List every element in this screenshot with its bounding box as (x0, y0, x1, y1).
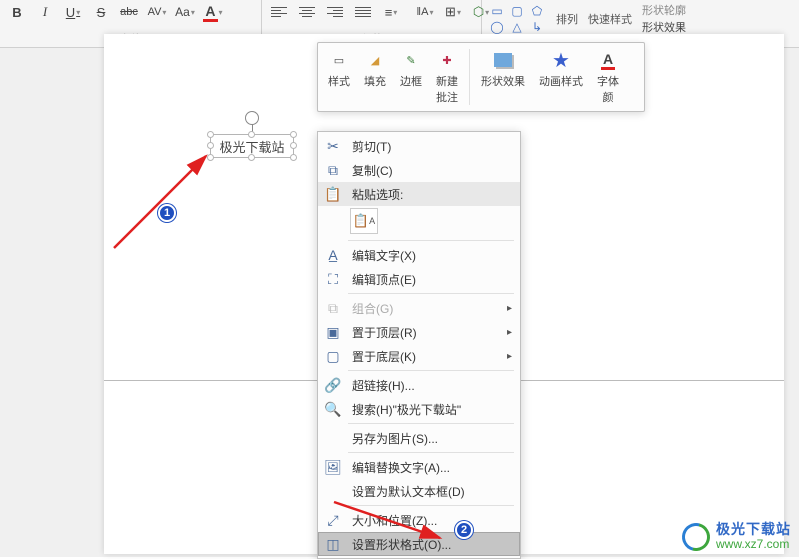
selected-textbox[interactable]: 极光下载站 (210, 134, 294, 158)
shape-effect-icon (492, 49, 514, 71)
cut-icon: ✂ (322, 136, 344, 156)
rotate-handle[interactable] (245, 111, 259, 125)
strike-button[interactable]: S (90, 2, 112, 22)
annotation-marker-2: 2 (455, 521, 473, 539)
outline-icon: ✎ (400, 49, 422, 71)
mini-anim-style-button[interactable]: ★ 动画样式 (533, 47, 589, 107)
char-spacing-button[interactable]: AV▾ (146, 2, 168, 22)
quick-style-button[interactable]: 快速样式 (588, 11, 632, 27)
align-center-button[interactable] (296, 2, 318, 22)
align-left-button[interactable] (268, 2, 290, 22)
shape-outline-button[interactable]: 形状轮廓 (642, 2, 686, 18)
handle-sw[interactable] (207, 154, 214, 161)
comment-icon: ✚ (436, 49, 458, 71)
shape-effect-button[interactable]: 形状效果 (642, 19, 686, 35)
change-case-button[interactable]: Aa▾ (174, 2, 196, 22)
mini-comment-button[interactable]: ✚ 新建 批注 (430, 47, 464, 107)
save-pic-icon (322, 428, 344, 448)
underline-button[interactable]: U▾ (62, 2, 84, 22)
menu-copy[interactable]: ⧉ 复制(C) (318, 158, 520, 182)
align-right-button[interactable] (324, 2, 346, 22)
align-text-button[interactable]: ⊞▾ (442, 2, 464, 22)
menu-edit-text[interactable]: A̲ 编辑文字(X) (318, 243, 520, 267)
menu-format-shape[interactable]: ◫ 设置形状格式(O)... (318, 532, 520, 556)
menu-size-pos[interactable]: ⤢ 大小和位置(Z)... (318, 508, 520, 532)
fill-icon: ◢ (364, 49, 386, 71)
text-direction-button[interactable]: ‖A▾ (414, 2, 436, 22)
menu-alt-text[interactable]: 🖼 编辑替换文字(A)... (318, 455, 520, 479)
double-strike-button[interactable]: abc (118, 2, 140, 22)
italic-button[interactable]: I (34, 2, 56, 22)
menu-hyperlink[interactable]: 🔗 超链接(H)... (318, 373, 520, 397)
menu-save-pic[interactable]: 另存为图片(S)... (318, 426, 520, 450)
handle-nw[interactable] (207, 131, 214, 138)
edit-points-icon: ⛶ (322, 269, 344, 289)
bring-front-icon: ▣ (322, 322, 344, 342)
menu-edit-points[interactable]: ⛶ 编辑顶点(E) (318, 267, 520, 291)
line-spacing-button[interactable]: ≡▾ (380, 2, 402, 22)
watermark: 极光下载站 www.xz7.com (682, 522, 791, 551)
watermark-title: 极光下载站 (716, 522, 791, 537)
menu-default-textbox[interactable]: 设置为默认文本框(D) (318, 479, 520, 503)
handle-n[interactable] (248, 131, 255, 138)
submenu-arrow-icon: ▸ (507, 303, 512, 314)
edit-text-icon: A̲ (322, 245, 344, 265)
mini-style-button[interactable]: ▭ 样式 (322, 47, 356, 107)
star-icon: ★ (550, 49, 572, 71)
align-justify-button[interactable] (352, 2, 374, 22)
alt-text-icon: 🖼 (322, 457, 344, 477)
hyperlink-icon: 🔗 (322, 375, 344, 395)
group-icon: ⧉ (322, 298, 344, 318)
mini-toolbar: ▭ 样式 ◢ 填充 ✎ 边框 ✚ 新建 批注 形状效果 ★ 动画样式 A 字体 … (317, 42, 645, 112)
font-color-button[interactable]: A▾ (202, 2, 224, 22)
handle-se[interactable] (290, 154, 297, 161)
menu-bring-front[interactable]: ▣ 置于顶层(R) ▸ (318, 320, 520, 344)
search-icon: 🔍 (322, 399, 344, 419)
handle-ne[interactable] (290, 131, 297, 138)
shapes-gallery[interactable]: ▭▢⬠ ◯△↳ (488, 4, 546, 34)
mini-shape-effect-button[interactable]: 形状效果 (475, 47, 531, 107)
textbox-content: 极光下载站 (219, 137, 284, 156)
format-shape-icon: ◫ (322, 534, 344, 554)
menu-search[interactable]: 🔍 搜索(H)"极光下载站" (318, 397, 520, 421)
mini-fill-button[interactable]: ◢ 填充 (358, 47, 392, 107)
handle-s[interactable] (248, 154, 255, 161)
mini-outline-button[interactable]: ✎ 边框 (394, 47, 428, 107)
bold-button[interactable]: B (6, 2, 28, 22)
size-pos-icon: ⤢ (322, 510, 344, 530)
arrange-button[interactable]: 排列 (556, 11, 578, 27)
paste-option-keep-text[interactable]: 📋A (350, 208, 378, 234)
annotation-marker-1: 1 (158, 204, 176, 222)
send-back-icon: ▢ (322, 346, 344, 366)
mini-font-color-button[interactable]: A 字体 颜 (591, 47, 625, 107)
menu-send-back[interactable]: ▢ 置于底层(K) ▸ (318, 344, 520, 368)
context-menu: ✂ 剪切(T) ⧉ 复制(C) 📋 粘贴选项: 📋A A̲ 编辑文字(X) ⛶ … (317, 131, 521, 559)
style-icon: ▭ (328, 49, 350, 71)
copy-icon: ⧉ (322, 160, 344, 180)
submenu-arrow-icon: ▸ (507, 351, 512, 362)
font-color-icon: A (597, 49, 619, 71)
menu-cut[interactable]: ✂ 剪切(T) (318, 134, 520, 158)
watermark-logo-icon (677, 518, 715, 556)
paste-options-row: 📋A (318, 206, 520, 238)
paste-icon: 📋 (322, 184, 344, 204)
handle-w[interactable] (207, 142, 214, 149)
handle-e[interactable] (290, 142, 297, 149)
menu-group[interactable]: ⧉ 组合(G) ▸ (318, 296, 520, 320)
submenu-arrow-icon: ▸ (507, 327, 512, 338)
menu-paste-header: 📋 粘贴选项: (318, 182, 520, 206)
watermark-url: www.xz7.com (716, 538, 791, 551)
